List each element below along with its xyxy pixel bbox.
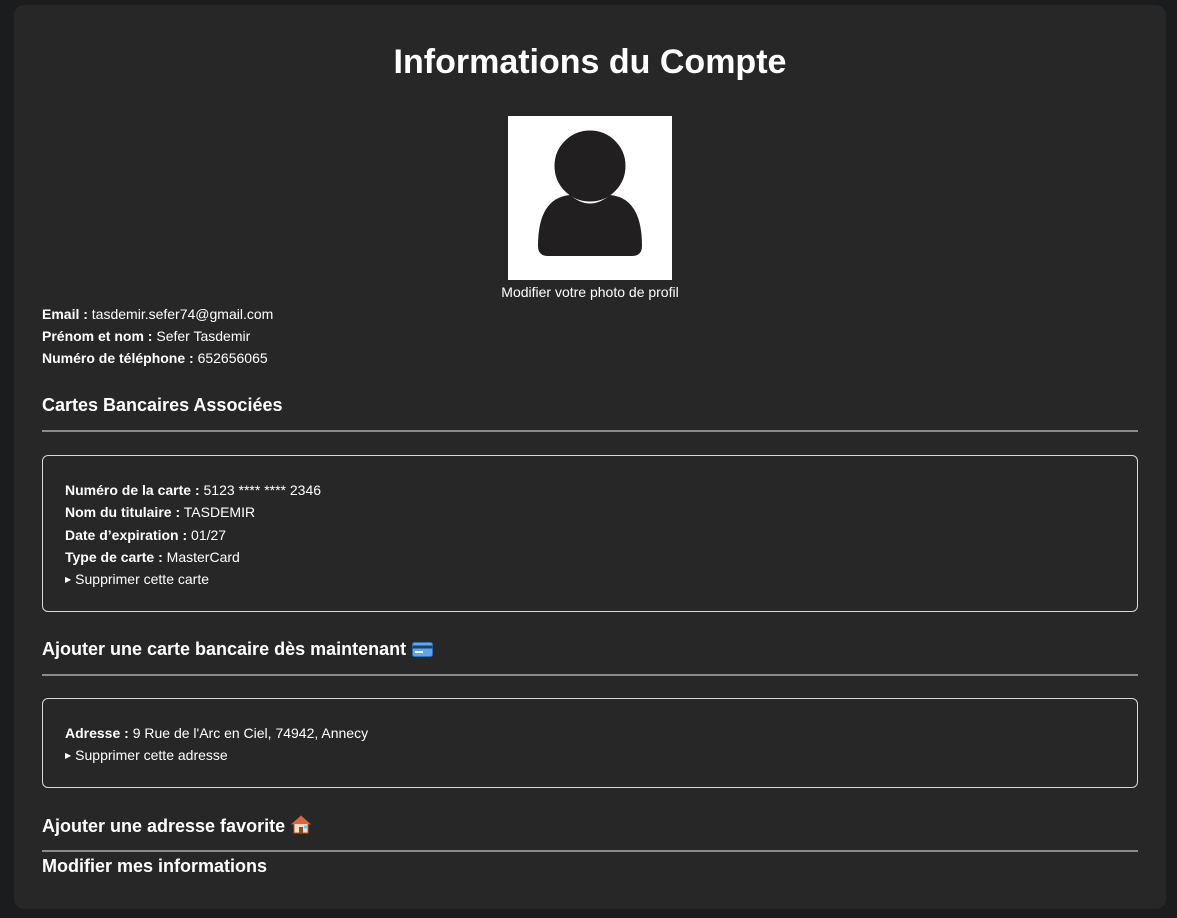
add-address-label: Ajouter une adresse favorite xyxy=(42,816,286,836)
add-card-link[interactable]: Ajouter une carte bancaire dès maintenan… xyxy=(42,639,434,662)
add-card-label: Ajouter une carte bancaire dès maintenan… xyxy=(42,639,407,659)
delete-card-link[interactable]: ▶ Supprimer cette carte xyxy=(65,570,209,589)
avatar[interactable] xyxy=(508,116,672,280)
name-row: Prénom et nom : Sefer Tasdemir xyxy=(42,327,250,345)
card-type-row: Type de carte : MasterCard xyxy=(65,548,240,566)
card-expiry-label: Date d’expiration : xyxy=(65,527,188,543)
cards-section-title: Cartes Bancaires Associées xyxy=(42,395,283,415)
account-panel: Informations du Compte Modifier votre ph… xyxy=(14,5,1166,909)
edit-info-link[interactable]: Modifier mes informations xyxy=(42,856,267,877)
address-label: Adresse : xyxy=(65,725,129,741)
card-holder-row: Nom du titulaire : TASDEMIR xyxy=(65,503,255,521)
email-label: Email : xyxy=(42,306,88,322)
phone-value: 652656065 xyxy=(197,350,268,366)
bank-card-item: Numéro de la carte : 5123 **** **** 2346… xyxy=(42,455,1138,612)
address-item: Adresse : 9 Rue de l'Arc en Ciel, 74942,… xyxy=(42,698,1138,788)
card-holder-value: TASDEMIR xyxy=(183,504,256,520)
cards-divider xyxy=(42,430,1138,432)
page-title: Informations du Compte xyxy=(393,43,787,81)
delete-card-label: Supprimer cette carte xyxy=(75,571,209,587)
email-row: Email : tasdemir.sefer74@gmail.com xyxy=(42,305,273,323)
email-value: tasdemir.sefer74@gmail.com xyxy=(91,306,274,322)
add-card-divider xyxy=(42,674,1138,676)
card-number-value: 5123 **** **** 2346 xyxy=(203,482,322,498)
edit-profile-photo-link[interactable]: Modifier votre photo de profil xyxy=(14,284,1166,300)
card-expiry-row: Date d’expiration : 01/27 xyxy=(65,526,226,544)
card-type-label: Type de carte : xyxy=(65,549,163,565)
house-icon xyxy=(290,815,312,839)
card-number-row: Numéro de la carte : 5123 **** **** 2346 xyxy=(65,481,321,499)
card-type-value: MasterCard xyxy=(166,549,240,565)
card-number-label: Numéro de la carte : xyxy=(65,482,200,498)
delete-address-label: Supprimer cette adresse xyxy=(75,747,228,763)
address-row: Adresse : 9 Rue de l'Arc en Ciel, 74942,… xyxy=(65,724,368,742)
credit-card-icon xyxy=(412,641,434,662)
card-holder-label: Nom du titulaire : xyxy=(65,504,181,520)
name-label: Prénom et nom : xyxy=(42,328,153,344)
phone-label: Numéro de téléphone : xyxy=(42,350,194,366)
phone-row: Numéro de téléphone : 652656065 xyxy=(42,349,268,367)
disclosure-triangle-icon: ▶ xyxy=(65,575,72,584)
card-expiry-value: 01/27 xyxy=(191,527,227,543)
disclosure-triangle-icon: ▶ xyxy=(65,751,72,760)
address-value: 9 Rue de l'Arc en Ciel, 74942, Annecy xyxy=(132,725,369,741)
add-address-link[interactable]: Ajouter une adresse favorite xyxy=(42,815,312,839)
address-divider xyxy=(42,850,1138,852)
user-avatar-icon xyxy=(538,127,642,256)
delete-address-link[interactable]: ▶ Supprimer cette adresse xyxy=(65,746,228,765)
name-value: Sefer Tasdemir xyxy=(156,328,251,344)
